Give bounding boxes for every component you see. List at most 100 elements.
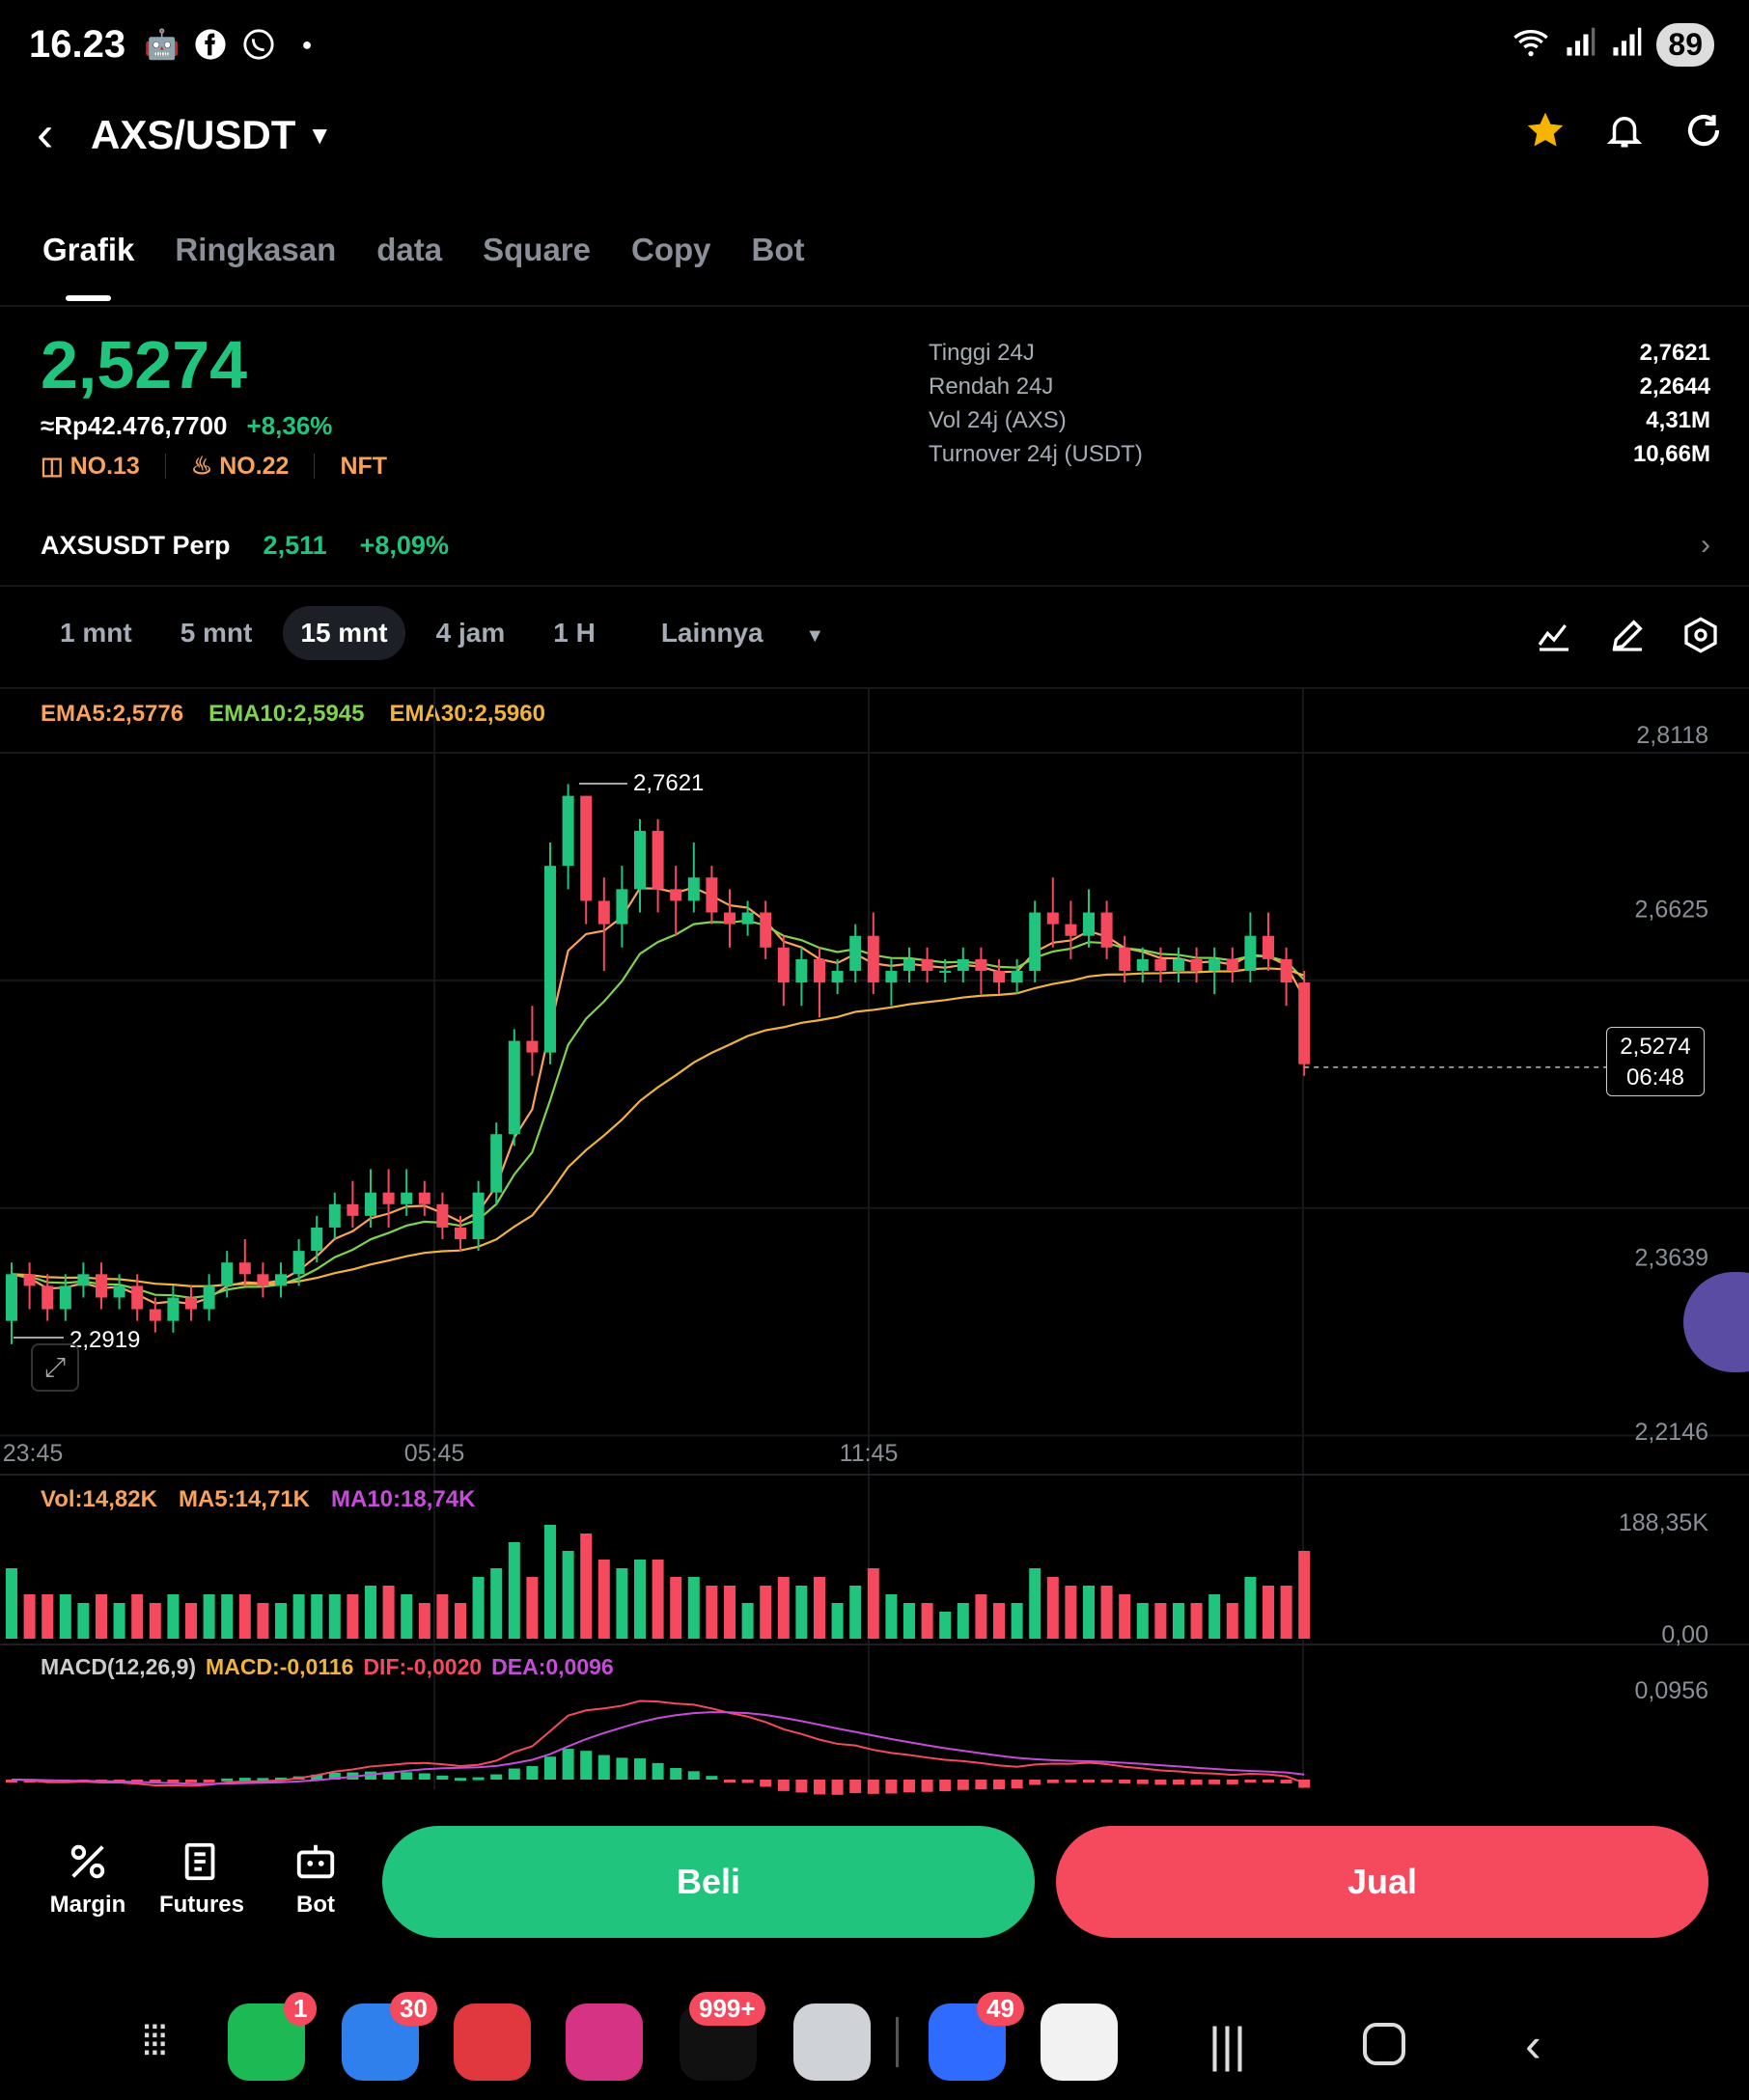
stat-label: Tinggi 24J [929, 340, 1035, 366]
chrome-app-icon[interactable] [1041, 2003, 1118, 2081]
notes-app-icon[interactable] [454, 2003, 531, 2081]
volume-bar [814, 1577, 825, 1639]
fiat-price: ≈Rp42.476,7700 [41, 411, 228, 440]
candle-body [975, 958, 987, 971]
macd-bar [867, 1780, 879, 1794]
volume-bar [903, 1603, 915, 1639]
bot-button[interactable]: Bot [263, 1839, 369, 1919]
candle-body [814, 958, 825, 983]
macd-bar [185, 1780, 197, 1782]
macd-bar [1046, 1780, 1059, 1783]
stat-row: Rendah 24J 2,2644 [929, 373, 1710, 407]
volume-bar [562, 1551, 574, 1639]
nav-back-icon[interactable]: ‹ [1525, 2017, 1541, 2073]
tab-data[interactable]: data [376, 232, 442, 268]
volume-bar [795, 1586, 808, 1639]
camera-app-icon[interactable] [793, 2003, 871, 2081]
pair-selector[interactable]: AXS/USDT ▼ [91, 112, 332, 158]
candle-body [347, 1203, 359, 1216]
volume-bar [1263, 1586, 1274, 1639]
bell-icon[interactable] [1602, 108, 1647, 152]
expand-icon[interactable]: ⤢ [31, 1343, 79, 1392]
tf-1d[interactable]: 1 H [536, 606, 613, 660]
tab-copy[interactable]: Copy [631, 232, 711, 268]
star-icon[interactable] [1523, 108, 1568, 152]
volume-bar [670, 1577, 682, 1639]
tf-1m[interactable]: 1 mnt [42, 606, 150, 660]
tf-5m[interactable]: 5 mnt [163, 606, 270, 660]
separator [314, 454, 316, 479]
volume-bar [1100, 1586, 1113, 1639]
app-drawer-icon[interactable]: ⁞⁞⁞ [141, 2017, 169, 2065]
candle-body [867, 935, 879, 983]
candle-body [526, 1040, 539, 1053]
fire-icon: ♨ [190, 453, 220, 480]
macd-bar [975, 1780, 987, 1790]
pencil-icon[interactable] [1608, 616, 1647, 659]
rank-market-cap[interactable]: ◫ NO.13 [41, 452, 140, 481]
tag-nft[interactable]: NFT [340, 453, 387, 481]
candle-body [1244, 935, 1257, 971]
margin-button[interactable]: Margin [35, 1839, 141, 1919]
volume-bar [1011, 1603, 1023, 1639]
sell-button[interactable]: Jual [1056, 1826, 1708, 1938]
high-label: 2,7621 [633, 770, 705, 796]
macd-bar [1226, 1780, 1238, 1784]
macd-bar [418, 1773, 430, 1780]
signal-icon [1610, 26, 1643, 64]
tf-15m[interactable]: 15 mnt [283, 606, 405, 660]
candle-body [96, 1274, 107, 1298]
fiat-row: ≈Rp42.476,7700 +8,36% [41, 411, 332, 441]
recents-icon[interactable]: ||| [1208, 2017, 1246, 2073]
macd-bar [544, 1756, 556, 1780]
candle-body [1136, 958, 1149, 971]
candle-body [760, 912, 772, 948]
tab-grafik[interactable]: Grafik [42, 232, 134, 301]
macd-bar [1244, 1780, 1257, 1783]
back-icon[interactable]: ‹ [37, 108, 53, 160]
volume-bar [455, 1603, 466, 1639]
tf-4h[interactable]: 4 jam [419, 606, 523, 660]
caret-down-icon: ▼ [805, 625, 825, 647]
volume-bar [77, 1603, 90, 1639]
candle-body [328, 1203, 341, 1228]
macd-bar [1263, 1780, 1274, 1782]
tab-ringkasan[interactable]: Ringkasan [175, 232, 336, 268]
divider [0, 585, 1749, 587]
volume-bar [328, 1594, 341, 1639]
volume-bar [993, 1603, 1005, 1639]
stat-row: Tinggi 24J 2,7621 [929, 340, 1710, 373]
caret-down-icon: ▼ [307, 120, 333, 150]
volume-bar [347, 1594, 359, 1639]
perp-row[interactable]: AXSUSDT Perp 2,511 +8,09% [41, 531, 449, 561]
volume-bar [885, 1594, 898, 1639]
macd-bar [580, 1751, 593, 1780]
volume-bar [724, 1586, 736, 1639]
macd-bar [401, 1772, 413, 1780]
tab-bot[interactable]: Bot [752, 232, 805, 268]
app-badge: 999+ [689, 1992, 765, 2026]
futures-button[interactable]: Futures [149, 1839, 255, 1919]
volume-bar [167, 1594, 180, 1639]
indicator-icon[interactable] [1535, 616, 1573, 659]
macd-bar [687, 1771, 700, 1780]
home-icon[interactable] [1363, 2023, 1405, 2065]
refresh-icon[interactable] [1681, 108, 1726, 152]
volume-bar [1154, 1603, 1167, 1639]
volume-bar [1029, 1568, 1041, 1639]
volume-bar [760, 1586, 772, 1639]
settings-hex-icon[interactable] [1681, 616, 1720, 659]
tf-more[interactable]: Lainnya ▼ [626, 606, 859, 660]
rank-hot[interactable]: ♨ NO.22 [191, 452, 290, 481]
candle-body [1083, 912, 1095, 936]
candle-body [652, 830, 664, 890]
price-chart[interactable]: 2,8118 2,6625 2,3639 2,2146 23:45 05:45 11:45 1… [0, 689, 1749, 1795]
volume-bar [634, 1560, 646, 1639]
chevron-right-icon[interactable]: › [1701, 529, 1710, 562]
candle-body [1190, 958, 1203, 971]
volume-bar [1244, 1577, 1257, 1639]
current-price: 2,5274 [1620, 1034, 1691, 1060]
tab-square[interactable]: Square [483, 232, 591, 268]
buy-button[interactable]: Beli [382, 1826, 1035, 1938]
gallery-app-icon[interactable] [566, 2003, 643, 2081]
